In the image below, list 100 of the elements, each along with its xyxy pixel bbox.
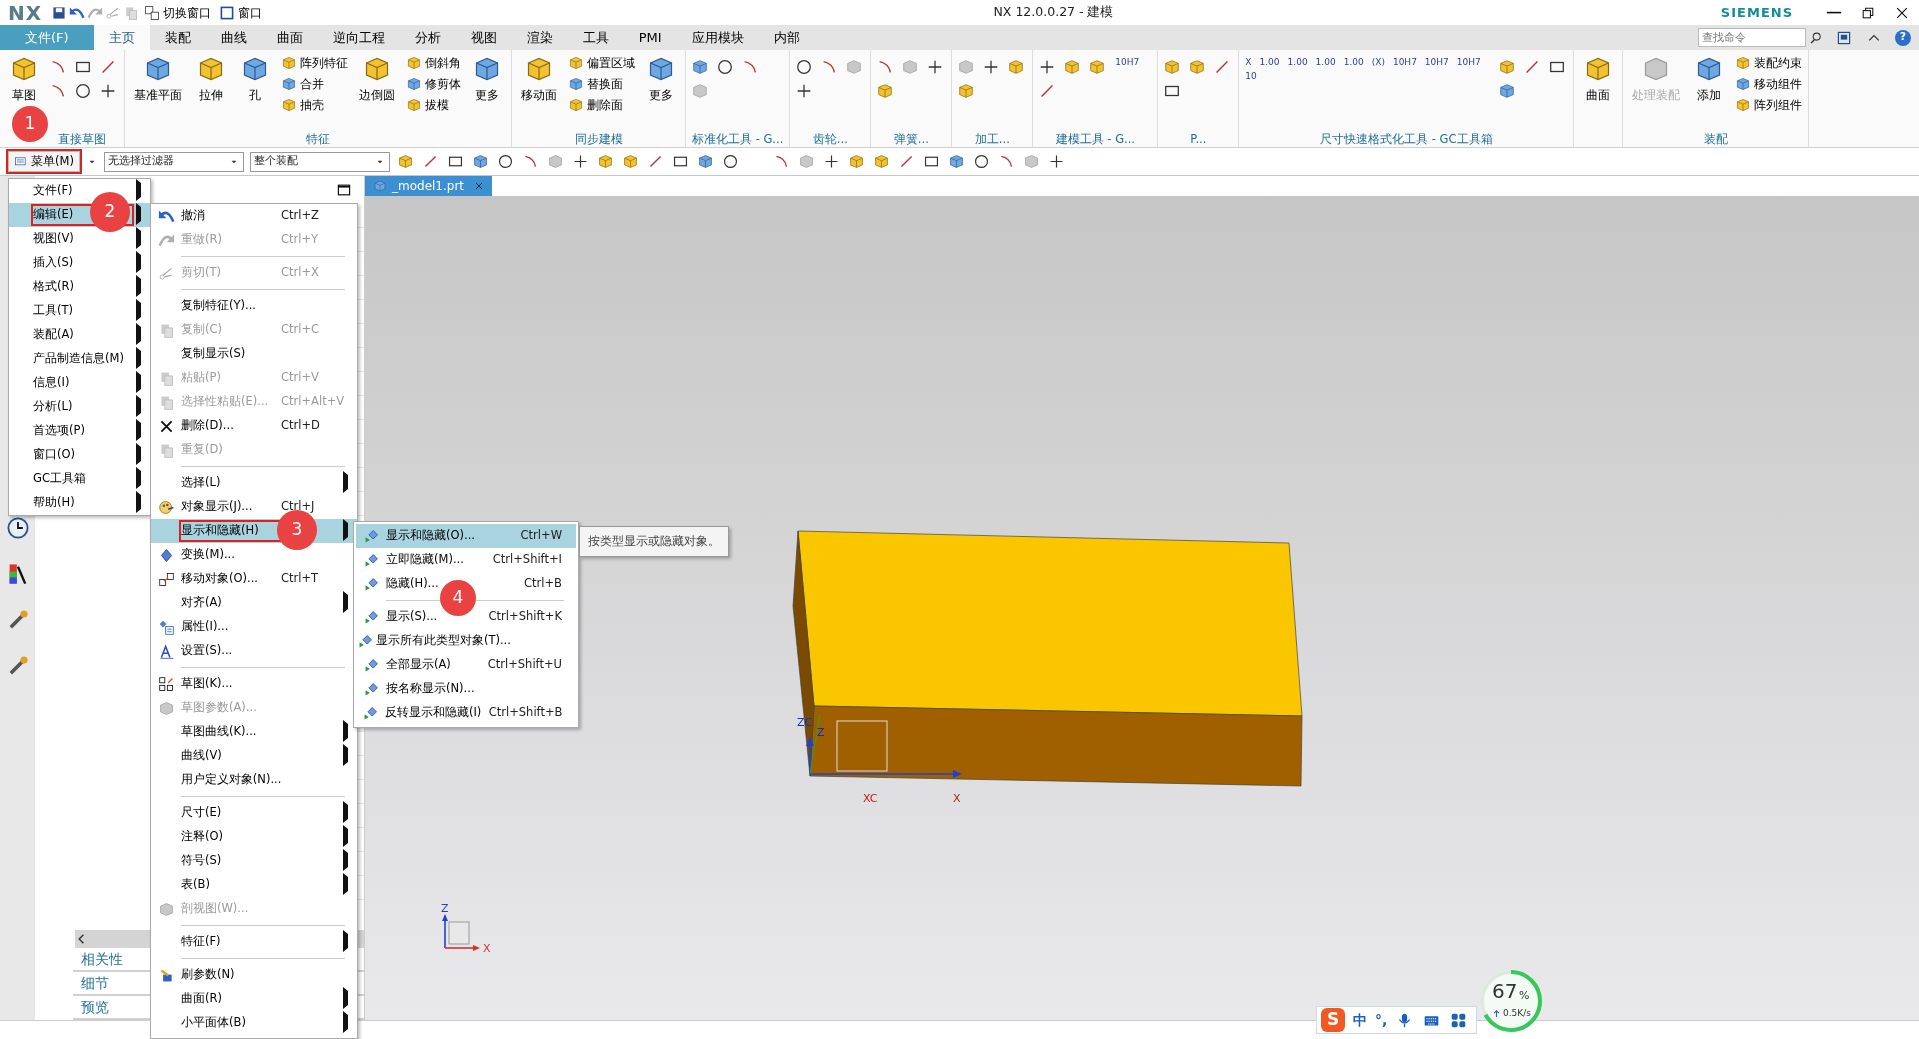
menu-item[interactable]: 符号(S): [151, 849, 357, 873]
tool-button[interactable]: 10: [1243, 71, 1259, 82]
menu-item[interactable]: 移动对象(O)... Ctrl+T: [151, 567, 357, 591]
menu-item[interactable]: 信息(I): [9, 371, 150, 395]
tool-button[interactable]: 10H7: [1422, 58, 1451, 68]
cube-icon: [281, 55, 297, 71]
show-hide-icon: [357, 632, 375, 650]
ribbon-button[interactable]: 草图: [4, 54, 44, 104]
cube-icon: [281, 76, 297, 92]
menu-item[interactable]: 首选项(P): [9, 419, 150, 443]
menu-item[interactable]: 草图(K)...: [151, 672, 357, 696]
menu-item[interactable]: 显示所有此类型对象(T)...: [356, 629, 576, 653]
filter-dropdown[interactable]: 无选择过滤器: [103, 151, 244, 172]
ribbon-tab[interactable]: 曲线: [205, 25, 262, 50]
ribbon-button[interactable]: 修剪体: [404, 75, 463, 93]
menu-item[interactable]: GC工具箱: [9, 467, 150, 491]
quick-access-button[interactable]: 窗口: [215, 3, 267, 22]
group-label: 标准化工具 - G...: [691, 131, 785, 147]
menu-item[interactable]: 表(B): [151, 873, 357, 897]
help-button[interactable]: ?: [1895, 29, 1911, 46]
ribbon-button[interactable]: 基准平面: [129, 54, 187, 104]
ribbon-button[interactable]: 移动组件: [1733, 75, 1805, 93]
ribbon-button[interactable]: 倒斜角: [404, 54, 463, 72]
ribbon-tab[interactable]: 内部: [758, 25, 815, 50]
ribbon-button[interactable]: 阵列组件: [1733, 96, 1805, 114]
tool-button[interactable]: 1.00: [1313, 58, 1338, 68]
close-icon: [474, 181, 485, 191]
menu-item[interactable]: 插入(S): [9, 251, 150, 275]
menu-item[interactable]: 曲面(R): [151, 987, 357, 1011]
menu-item[interactable]: 全部显示(A) Ctrl+Shift+U: [356, 653, 576, 677]
tool-button[interactable]: 10H7: [1390, 58, 1419, 68]
ribbon-button[interactable]: 孔: [235, 54, 275, 104]
menu-item[interactable]: 用户定义对象(N)...: [151, 768, 357, 792]
ribbon-tab[interactable]: 装配: [149, 25, 206, 50]
input-method-button[interactable]: 中: [1353, 1009, 1367, 1031]
menu-item[interactable]: 分析(L): [9, 395, 150, 419]
cube-icon: [691, 58, 709, 76]
ribbon-tab[interactable]: 曲面: [261, 25, 318, 50]
menu-item[interactable]: 帮助(H): [9, 491, 150, 515]
menu-item[interactable]: 删除(D)... Ctrl+D: [151, 414, 357, 438]
menu-item[interactable]: 显示和隐藏(O)... Ctrl+W: [356, 524, 576, 548]
display-button[interactable]: [1835, 29, 1853, 46]
tool-button[interactable]: (X): [1369, 58, 1387, 68]
menu-item[interactable]: 复制特征(Y)...: [151, 294, 357, 318]
menu-item[interactable]: 尺寸(E): [151, 801, 357, 825]
ribbon-tab[interactable]: 工具: [567, 25, 624, 50]
ribbon-button[interactable]: 边倒圆: [354, 54, 400, 104]
ribbon-button[interactable]: 合并: [279, 75, 350, 93]
group-label: 加工...: [973, 131, 1011, 147]
menu-item[interactable]: 设置(S)...: [151, 639, 357, 663]
ribbon-tab[interactable]: 逆向工程: [317, 25, 400, 50]
ribbon-tab[interactable]: 应用模块: [676, 25, 759, 50]
ribbon-button[interactable]: 拉伸: [191, 54, 231, 104]
menu-item[interactable]: 产品制造信息(M): [9, 347, 150, 371]
menu-item[interactable]: 格式(R): [9, 275, 150, 299]
menu-item[interactable]: 窗口(O): [9, 443, 150, 467]
ribbon-button[interactable]: 删除面: [566, 96, 637, 114]
ribbon-tab[interactable]: 渲染: [511, 25, 568, 50]
window-icon: [219, 4, 236, 21]
axis-label: X: [953, 792, 961, 805]
ribbon-tab[interactable]: 分析: [399, 25, 456, 50]
quick-access-button[interactable]: 切换窗口: [140, 3, 216, 22]
ribbon-button[interactable]: 偏置区域: [566, 54, 637, 72]
menu-item[interactable]: 特征(F): [151, 930, 357, 954]
search-field[interactable]: 查找命令: [1698, 28, 1806, 47]
menu-item[interactable]: 装配(A): [9, 323, 150, 347]
tool-button[interactable]: 10H7: [1454, 58, 1483, 68]
ribbon-button[interactable]: 抽壳: [279, 96, 350, 114]
ribbon-button[interactable]: 阵列特征: [279, 54, 350, 72]
tool-button[interactable]: X: [1243, 58, 1254, 68]
menu-item[interactable]: 立即隐藏(M)... Ctrl+Shift+I: [356, 548, 576, 572]
menu-item[interactable]: 曲线(V): [151, 744, 357, 768]
ribbon-button[interactable]: 更多: [641, 54, 681, 104]
tool-button[interactable]: 1.00: [1285, 58, 1310, 68]
ribbon-button[interactable]: 曲面: [1578, 54, 1619, 104]
menu-item[interactable]: 按名称显示(N)...: [356, 677, 576, 701]
input-method-button[interactable]: °,: [1375, 1009, 1388, 1031]
menu-item[interactable]: 反转显示和隐藏(I) Ctrl+Shift+B: [356, 701, 576, 725]
menu-item[interactable]: 复制显示(S): [151, 342, 357, 366]
ribbon-button[interactable]: 更多: [467, 54, 507, 104]
menu-item[interactable]: 属性(I)...: [151, 615, 357, 639]
filter-dropdown[interactable]: 整个装配: [249, 151, 390, 172]
tool-button[interactable]: 10H7: [1113, 58, 1142, 68]
tool-button[interactable]: 1.00: [1257, 58, 1282, 68]
menu-item[interactable]: 选择(L): [151, 471, 357, 495]
ribbon-tab[interactable]: PMI: [623, 25, 677, 50]
menu-item[interactable]: 撤消 Ctrl+Z: [151, 204, 357, 228]
ribbon-tab[interactable]: 视图: [455, 25, 512, 50]
ribbon-button[interactable]: 拔模: [404, 96, 463, 114]
tool-button[interactable]: 1.00: [1341, 58, 1366, 68]
menu-item[interactable]: 工具(T): [9, 299, 150, 323]
ribbon-button[interactable]: 移动面: [516, 54, 562, 104]
menu-button[interactable]: 菜单(M): [8, 150, 80, 173]
menu-item[interactable]: 注释(O): [151, 825, 357, 849]
ribbon-button[interactable]: 替换面: [566, 75, 637, 93]
menu-item[interactable]: 刷参数(N): [151, 963, 357, 987]
ribbon-button[interactable]: 装配约束: [1733, 54, 1805, 72]
ribbon-button[interactable]: 添加: [1689, 54, 1730, 104]
menu-item[interactable]: 小平面体(B): [151, 1011, 357, 1035]
ribbon-tab[interactable]: 主页: [93, 25, 150, 50]
